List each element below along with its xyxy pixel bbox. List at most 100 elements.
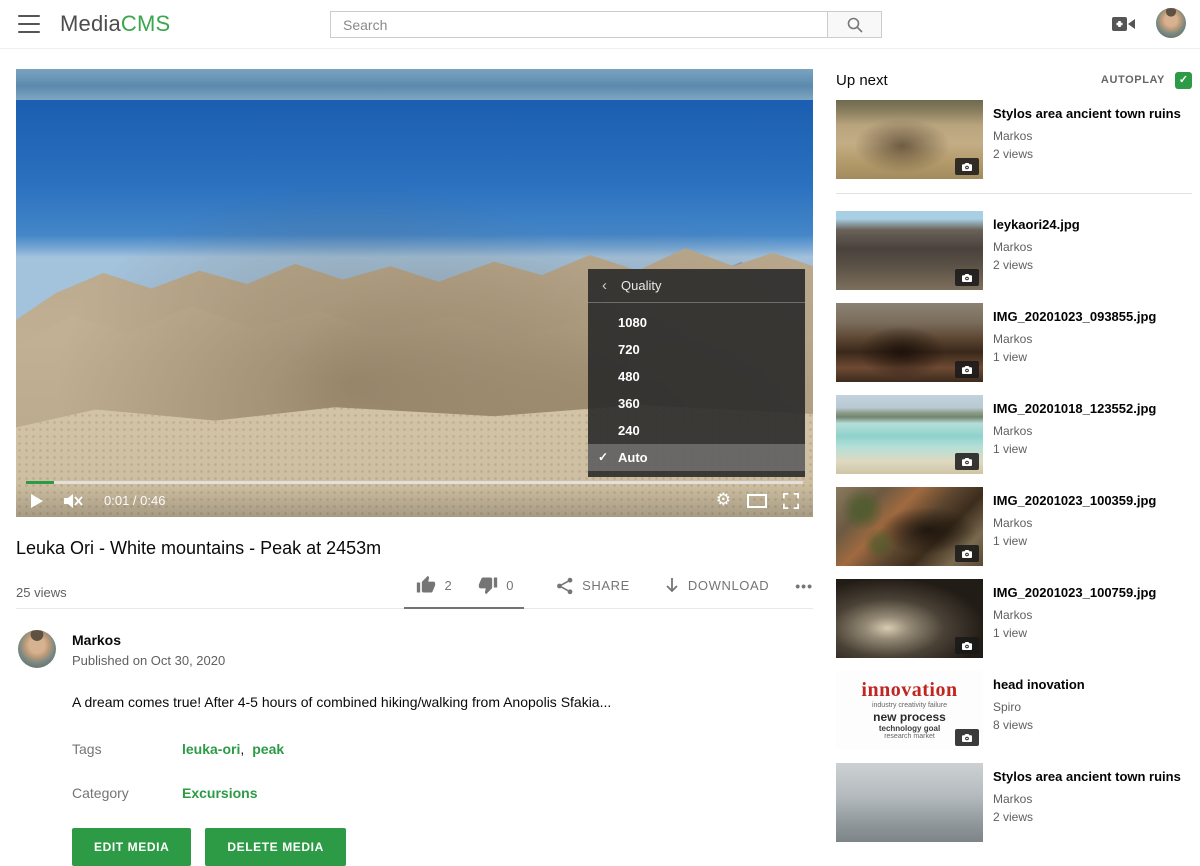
delete-media-button[interactable]: DELETE MEDIA [205, 828, 346, 866]
share-label: SHARE [582, 578, 630, 593]
user-avatar[interactable] [1156, 8, 1186, 38]
like-button[interactable]: 2 [416, 575, 452, 595]
video-thumbnail[interactable] [836, 763, 983, 842]
theater-mode-icon [747, 494, 767, 508]
list-item[interactable]: leykaori24.jpg Markos 2 views [836, 211, 1192, 290]
video-camera-plus-icon [1112, 16, 1136, 32]
like-dislike-group: 2 0 [404, 575, 524, 609]
quality-menu-title: Quality [621, 278, 661, 293]
app-logo[interactable]: MediaCMS [60, 11, 170, 37]
video-thumbnail[interactable] [836, 303, 983, 382]
quality-option-1080[interactable]: 1080 [588, 309, 805, 336]
meta-row: 25 views 2 0 [16, 575, 813, 608]
quality-option-auto[interactable]: ✓ Auto [588, 444, 805, 471]
video-thumbnail[interactable] [836, 211, 983, 290]
share-button[interactable]: SHARE [556, 577, 630, 607]
video-player[interactable]: ‹ Quality 1080 720 480 360 240 ✓ Auto [16, 69, 813, 517]
tags-label: Tags [72, 741, 182, 757]
tag-link-leuka-ori[interactable]: leuka-ori [182, 741, 240, 757]
video-thumbnail[interactable] [836, 100, 983, 179]
camera-badge [955, 729, 979, 746]
video-title[interactable]: IMG_20201023_100759.jpg [993, 585, 1156, 601]
video-thumbnail[interactable] [836, 487, 983, 566]
word-cloud-text: technology goal [879, 724, 940, 733]
fullscreen-button[interactable] [783, 493, 799, 509]
video-title[interactable]: Stylos area ancient town ruins [993, 769, 1181, 785]
autoplay-checkbox[interactable]: ✓ [1175, 72, 1192, 89]
list-item[interactable]: IMG_20201023_100759.jpg Markos 1 view [836, 579, 1192, 658]
list-item[interactable]: Stylos area ancient town ruins Markos 2 … [836, 763, 1192, 842]
page-title: Leuka Ori - White mountains - Peak at 24… [16, 538, 813, 559]
quality-option-240[interactable]: 240 [588, 417, 805, 444]
video-author: Markos [993, 608, 1156, 622]
tag-link-peak[interactable]: peak [252, 741, 284, 757]
video-title[interactable]: IMG_20201023_093855.jpg [993, 309, 1156, 325]
video-title[interactable]: IMG_20201023_100359.jpg [993, 493, 1156, 509]
word-cloud-text: new process [873, 711, 946, 725]
video-views: 1 view [993, 626, 1156, 640]
check-icon: ✓ [1179, 75, 1188, 86]
edit-media-button[interactable]: EDIT MEDIA [72, 828, 191, 866]
quality-option-720[interactable]: 720 [588, 336, 805, 363]
author-avatar[interactable] [18, 630, 56, 668]
author-section: Markos Published on Oct 30, 2020 A dream… [16, 630, 813, 866]
video-title[interactable]: head inovation [993, 677, 1085, 693]
up-next-sidebar: Up next AUTOPLAY ✓ Stylos area ancient t… [836, 69, 1192, 855]
video-author: Markos [993, 129, 1181, 143]
quality-menu-back[interactable]: ‹ Quality [588, 269, 805, 303]
mute-button[interactable] [62, 492, 84, 510]
download-label: DOWNLOAD [688, 578, 769, 593]
quality-option-360[interactable]: 360 [588, 390, 805, 417]
play-button[interactable] [30, 493, 44, 509]
video-title[interactable]: Stylos area ancient town ruins [993, 106, 1181, 122]
menu-icon[interactable] [18, 15, 40, 33]
dislike-count: 0 [506, 578, 514, 593]
list-item[interactable]: IMG_20201023_093855.jpg Markos 1 view [836, 303, 1192, 382]
publish-date: Published on Oct 30, 2020 [72, 653, 813, 668]
more-options-button[interactable]: ••• [795, 578, 813, 606]
download-button[interactable]: DOWNLOAD [664, 577, 769, 607]
video-thumbnail[interactable] [836, 579, 983, 658]
search-button[interactable] [827, 11, 882, 38]
video-views: 2 views [993, 810, 1181, 824]
list-item[interactable]: IMG_20201023_100359.jpg Markos 1 view [836, 487, 1192, 566]
quality-menu: ‹ Quality 1080 720 480 360 240 ✓ Auto [588, 269, 805, 477]
camera-badge [955, 637, 979, 654]
time-display: 0:01 / 0:46 [104, 493, 165, 508]
search-input[interactable] [330, 11, 827, 38]
upload-media-button[interactable] [1112, 15, 1136, 33]
video-title[interactable]: IMG_20201018_123552.jpg [993, 401, 1156, 417]
autoplay-label: AUTOPLAY [1101, 74, 1165, 86]
list-item[interactable]: Stylos area ancient town ruins Markos 2 … [836, 100, 1192, 179]
video-author: Markos [993, 332, 1156, 346]
logo-text-cms: CMS [121, 11, 171, 36]
list-item[interactable]: IMG_20201018_123552.jpg Markos 1 view [836, 395, 1192, 474]
tag-separator: , [240, 741, 244, 757]
ellipsis-icon: ••• [795, 578, 813, 594]
theater-mode-button[interactable] [747, 494, 767, 508]
back-chevron-icon: ‹ [602, 277, 607, 294]
camera-badge [955, 361, 979, 378]
like-count: 2 [444, 578, 452, 593]
download-icon [664, 577, 680, 595]
category-link[interactable]: Excursions [182, 785, 257, 801]
view-count: 25 views [16, 585, 67, 608]
video-views: 2 views [993, 258, 1080, 272]
camera-badge [955, 545, 979, 562]
quality-option-480[interactable]: 480 [588, 363, 805, 390]
video-thumbnail[interactable] [836, 395, 983, 474]
camera-badge [955, 158, 979, 175]
tags-row: Tags leuka-ori, peak [72, 741, 813, 757]
fullscreen-icon [783, 493, 799, 509]
video-author: Spiro [993, 700, 1085, 714]
author-name[interactable]: Markos [72, 632, 813, 648]
dislike-button[interactable]: 0 [478, 575, 514, 595]
list-item[interactable]: innovation industry creativity failure n… [836, 671, 1192, 750]
video-thumbnail[interactable]: innovation industry creativity failure n… [836, 671, 983, 750]
thumbs-up-icon [416, 575, 436, 595]
main-content: ‹ Quality 1080 720 480 360 240 ✓ Auto [16, 69, 813, 866]
camera-badge [955, 269, 979, 286]
settings-button[interactable]: ⚙ [716, 492, 731, 509]
search-icon [846, 16, 864, 34]
video-title[interactable]: leykaori24.jpg [993, 217, 1080, 233]
